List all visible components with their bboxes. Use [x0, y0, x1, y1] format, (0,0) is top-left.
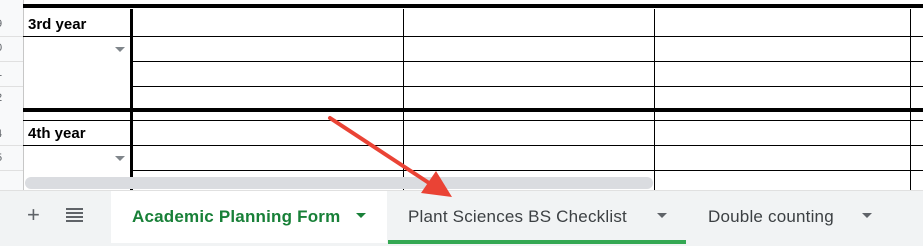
- row-header-divider: [0, 86, 23, 87]
- column-border: [654, 112, 655, 190]
- section-border: [23, 4, 923, 8]
- row-number: 0: [0, 43, 6, 54]
- cell-border: [23, 120, 923, 121]
- row-number: 1: [0, 68, 6, 79]
- row-number: 9: [0, 19, 6, 30]
- row-header-divider: [0, 145, 23, 146]
- row-header-column[interactable]: 9 0 1 2 4 5: [0, 0, 24, 190]
- column-border: [403, 9, 404, 109]
- year-label-3rd: 3rd year: [28, 16, 87, 33]
- dropdown-caret-icon[interactable]: [115, 156, 125, 161]
- tab-academic-planning-form[interactable]: Academic Planning Form: [111, 191, 387, 243]
- column-border: [130, 9, 133, 109]
- row-number: 5: [0, 153, 6, 164]
- chevron-down-icon[interactable]: [657, 213, 667, 218]
- cell-border: [131, 170, 923, 171]
- chevron-down-icon[interactable]: [356, 213, 366, 218]
- dropdown-caret-icon[interactable]: [115, 47, 125, 52]
- tab-label: Academic Planning Form: [132, 207, 341, 226]
- tab-color-underline: [388, 240, 686, 244]
- row-header-divider: [0, 36, 23, 37]
- cell-border: [23, 36, 923, 37]
- cell-border: [131, 61, 923, 62]
- row-number: 2: [0, 93, 6, 104]
- year-label-4th: 4th year: [28, 125, 86, 142]
- chevron-down-icon[interactable]: [862, 213, 872, 218]
- cell-border: [131, 86, 923, 87]
- tab-label: Double counting: [708, 207, 834, 226]
- tab-label: Plant Sciences BS Checklist: [408, 207, 627, 226]
- row-header-divider: [0, 61, 23, 62]
- column-border: [910, 112, 911, 190]
- section-border: [23, 108, 923, 112]
- cell-border: [23, 145, 923, 146]
- row-header-divider: [0, 170, 23, 171]
- column-border: [910, 9, 911, 109]
- all-sheets-list-icon[interactable]: [66, 207, 83, 223]
- tab-double-counting[interactable]: Double counting: [689, 191, 923, 243]
- spreadsheet-grid[interactable]: 9 0 1 2 4 5 3rd year 4th year: [0, 0, 923, 190]
- horizontal-scrollbar[interactable]: [25, 177, 653, 189]
- tab-plant-sciences-bs-checklist[interactable]: Plant Sciences BS Checklist: [388, 191, 686, 243]
- column-border: [654, 9, 655, 109]
- add-sheet-button[interactable]: +: [27, 204, 40, 226]
- sheet-tab-bar: + Academic Planning Form Plant Sciences …: [0, 190, 923, 246]
- row-number: 4: [0, 129, 6, 140]
